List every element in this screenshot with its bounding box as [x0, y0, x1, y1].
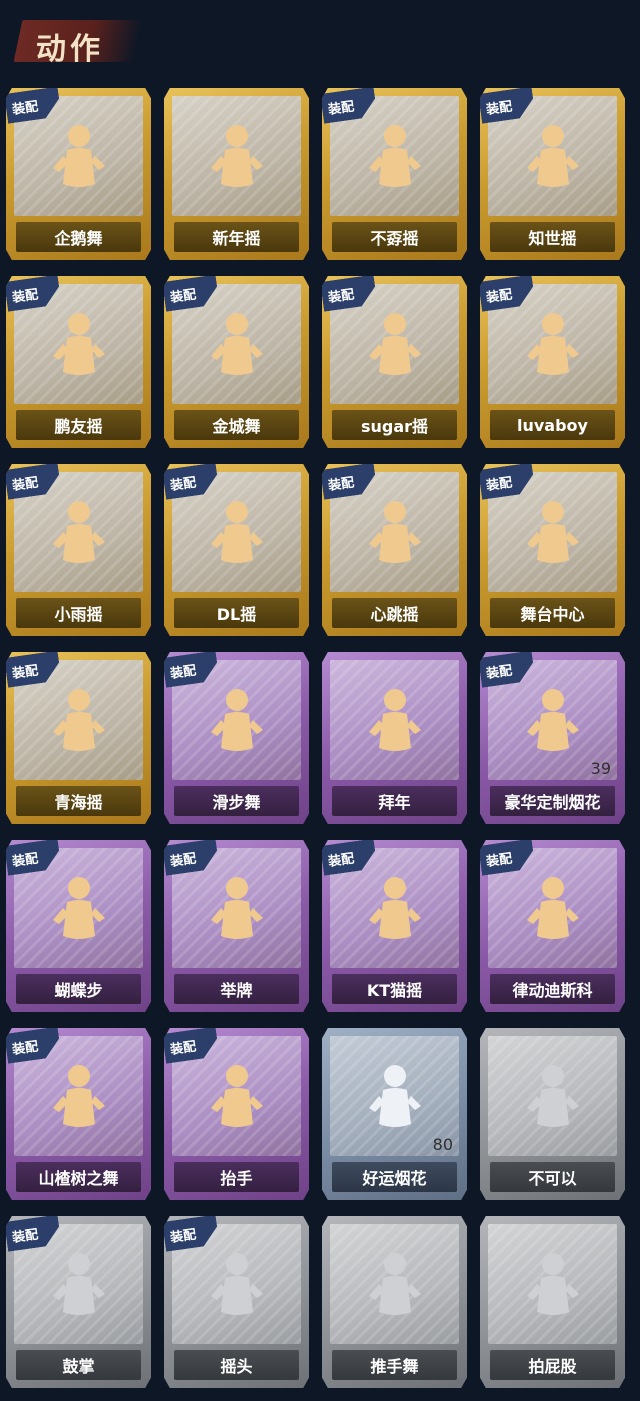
emote-card-label: 金城舞	[174, 410, 299, 440]
dance-figure-icon	[207, 872, 267, 952]
emote-card-label: 抬手	[174, 1162, 299, 1192]
emote-card-label: luvaboy	[490, 410, 615, 440]
emote-card[interactable]: 装配 知世摇	[480, 88, 625, 260]
dance-figure-icon	[365, 872, 425, 952]
dance-figure-icon	[49, 1060, 109, 1140]
dance-figure-icon	[207, 308, 267, 388]
emote-card[interactable]: 装配 sugar摇	[322, 276, 467, 448]
emote-card-label: 举牌	[174, 974, 299, 1004]
emote-card-label: 新年摇	[174, 222, 299, 252]
emote-card[interactable]: 装配 滑步舞	[164, 652, 309, 824]
dance-figure-icon	[523, 1060, 583, 1140]
dance-figure-icon	[523, 872, 583, 952]
emote-card-label: 鼓掌	[16, 1350, 141, 1380]
dance-figure-icon	[365, 120, 425, 200]
dance-figure-icon	[523, 1248, 583, 1328]
emote-card-art	[330, 660, 459, 780]
emote-card-label: 心跳摇	[332, 598, 457, 628]
dance-figure-icon	[523, 120, 583, 200]
emote-card-art	[172, 96, 301, 216]
emote-card-label: KT猫摇	[332, 974, 457, 1004]
emote-card[interactable]: 不可以	[480, 1028, 625, 1200]
dance-figure-icon	[207, 120, 267, 200]
emote-card[interactable]: 装配 小雨摇	[6, 464, 151, 636]
dance-figure-icon	[207, 1248, 267, 1328]
dance-figure-icon	[365, 496, 425, 576]
dance-figure-icon	[207, 684, 267, 764]
emote-card-label: 企鹅舞	[16, 222, 141, 252]
dance-figure-icon	[523, 496, 583, 576]
emote-card-label: 豪华定制烟花	[490, 786, 615, 816]
emote-card[interactable]: 装配 蝴蝶步	[6, 840, 151, 1012]
emote-card-label: 摇头	[174, 1350, 299, 1380]
dance-figure-icon	[49, 308, 109, 388]
emote-card-art	[488, 1224, 617, 1344]
emote-card[interactable]: 装配 舞台中心	[480, 464, 625, 636]
dance-figure-icon	[49, 496, 109, 576]
dance-figure-icon	[49, 684, 109, 764]
emote-card[interactable]: 装配 金城舞	[164, 276, 309, 448]
page-title: 动作	[36, 32, 104, 67]
dance-figure-icon	[365, 308, 425, 388]
emote-card[interactable]: 装配 luvaboy	[480, 276, 625, 448]
emote-card[interactable]: 装配 DL摇	[164, 464, 309, 636]
emote-card-art	[330, 1224, 459, 1344]
emote-card[interactable]: 装配 抬手	[164, 1028, 309, 1200]
dance-figure-icon	[523, 308, 583, 388]
dance-figure-icon	[365, 1248, 425, 1328]
dance-figure-icon	[207, 496, 267, 576]
emote-card[interactable]: 装配 鼓掌	[6, 1216, 151, 1388]
emote-card[interactable]: 装配 鹏友摇	[6, 276, 151, 448]
emote-card[interactable]: 装配 举牌	[164, 840, 309, 1012]
emote-card[interactable]: 拜年	[322, 652, 467, 824]
dance-figure-icon	[49, 872, 109, 952]
emote-card-label: 山楂树之舞	[16, 1162, 141, 1192]
emote-card[interactable]: 拍屁股	[480, 1216, 625, 1388]
emote-card-label: 知世摇	[490, 222, 615, 252]
item-count: 39	[590, 759, 611, 778]
section-header: 动作	[8, 10, 143, 67]
emote-card-label: 鹏友摇	[16, 410, 141, 440]
emote-card[interactable]: 推手舞	[322, 1216, 467, 1388]
emote-card-label: 不可以	[490, 1162, 615, 1192]
dance-figure-icon	[523, 684, 583, 764]
item-count: 80	[432, 1135, 453, 1154]
emote-card[interactable]: 装配 山楂树之舞	[6, 1028, 151, 1200]
emote-card[interactable]: 装配 摇头	[164, 1216, 309, 1388]
dance-figure-icon	[49, 1248, 109, 1328]
emote-card-label: DL摇	[174, 598, 299, 628]
emote-card[interactable]: 新年摇	[164, 88, 309, 260]
emote-card-label: 不孬摇	[332, 222, 457, 252]
emote-card-label: 好运烟花	[332, 1162, 457, 1192]
emote-card[interactable]: 装配 KT猫摇	[322, 840, 467, 1012]
emote-card-label: 滑步舞	[174, 786, 299, 816]
emote-card[interactable]: 装配 律动迪斯科	[480, 840, 625, 1012]
emote-card-label: 拍屁股	[490, 1350, 615, 1380]
dance-figure-icon	[49, 120, 109, 200]
emote-card-label: 律动迪斯科	[490, 974, 615, 1004]
emote-card[interactable]: 装配 青海摇	[6, 652, 151, 824]
dance-figure-icon	[365, 684, 425, 764]
emote-card[interactable]: 装配 心跳摇	[322, 464, 467, 636]
emote-card[interactable]: 装配 不孬摇	[322, 88, 467, 260]
emote-card-label: 舞台中心	[490, 598, 615, 628]
emote-card-art	[488, 1036, 617, 1156]
dance-figure-icon	[365, 1060, 425, 1140]
emote-card-label: 蝴蝶步	[16, 974, 141, 1004]
emote-card[interactable]: 装配 企鹅舞	[6, 88, 151, 260]
emote-card-label: 推手舞	[332, 1350, 457, 1380]
dance-figure-icon	[207, 1060, 267, 1140]
emote-card-label: 小雨摇	[16, 598, 141, 628]
emote-card-label: sugar摇	[332, 410, 457, 440]
emote-card[interactable]: 80 好运烟花	[322, 1028, 467, 1200]
emote-card-label: 青海摇	[16, 786, 141, 816]
emote-card-label: 拜年	[332, 786, 457, 816]
emote-card[interactable]: 装配 39 豪华定制烟花	[480, 652, 625, 824]
